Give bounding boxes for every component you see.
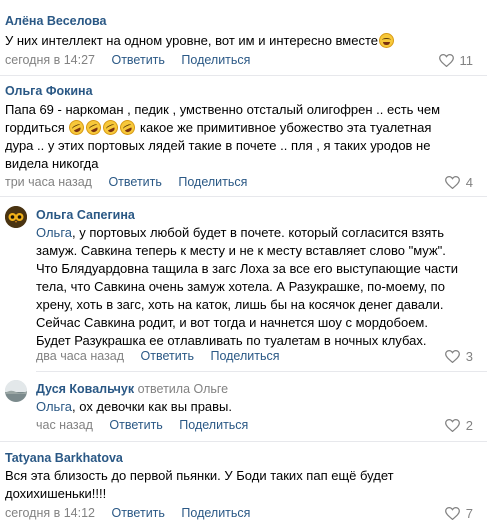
like-button[interactable]: 2: [445, 418, 473, 433]
like-count: 11: [459, 53, 474, 68]
like-button[interactable]: 7: [445, 506, 473, 521]
like-count: 3: [465, 349, 473, 364]
comment-line: , у портовых любой будет в почете. котор…: [72, 225, 444, 240]
comment-line: Будет Разукрашка ее отлавливать по туале…: [36, 333, 427, 348]
heart-icon: [439, 54, 454, 67]
comment-text: У них интеллект на одном уровне, вот им …: [5, 32, 395, 50]
comment-author[interactable]: Ольга Сапегина: [36, 208, 135, 222]
share-button[interactable]: Поделиться: [210, 349, 279, 363]
heart-icon: [445, 507, 460, 520]
rofl-emoji-icon: [66, 117, 87, 138]
comment-time[interactable]: сегодня в 14:27: [5, 53, 95, 67]
comment-time[interactable]: два часа назад: [36, 349, 124, 363]
reply-to-link[interactable]: Ольга: [36, 225, 72, 240]
comment-line: Ольга, у портовых любой будет в почете. …: [36, 224, 458, 242]
share-button[interactable]: Поделиться: [181, 53, 250, 67]
reply-button[interactable]: Ответить: [141, 349, 194, 363]
comment-author[interactable]: Алёна Веселова: [5, 14, 107, 28]
comment-line: дура .. у этих портовых лядей такие в по…: [5, 138, 431, 153]
comment-time[interactable]: час назад: [36, 418, 93, 432]
comment-line: Что Блядуардовна тащила в загс Лоха за в…: [36, 261, 458, 276]
comment-line: тела, что Савкина очень замуж хотела. А …: [36, 279, 445, 294]
share-button[interactable]: Поделиться: [181, 506, 250, 520]
reply-button[interactable]: Ответить: [111, 53, 164, 67]
heart-icon: [445, 419, 460, 432]
like-button[interactable]: 4: [445, 175, 473, 190]
comment-line: , ох девочки как вы правы.: [72, 399, 233, 414]
like-count: 4: [465, 175, 473, 190]
landscape-avatar-icon: [5, 380, 27, 402]
reply-button[interactable]: Ответить: [108, 175, 161, 189]
share-button[interactable]: Поделиться: [179, 418, 248, 432]
comment-text: Ольга, у портовых любой будет в почете. …: [36, 224, 458, 350]
comment-line: Папа 69 - наркоман , педик , умственно о…: [5, 102, 441, 117]
heart-icon: [445, 176, 460, 189]
comment-author[interactable]: Tatyana Barkhatova: [5, 451, 123, 465]
comment-line: Вся эта близость до первой пьянки. У Бод…: [5, 468, 394, 483]
comment-meta: час назад Ответить Поделиться: [36, 418, 261, 432]
comment-time[interactable]: сегодня в 14:12: [5, 506, 95, 520]
comment-author: Дуся Ковальчук ответила Ольге: [36, 382, 228, 396]
like-button[interactable]: 3: [445, 349, 473, 364]
heart-icon: [445, 350, 460, 363]
comment-meta: сегодня в 14:12 Ответить Поделиться: [5, 506, 263, 520]
avatar[interactable]: [5, 380, 27, 402]
comment-line: дохихишеньки!!!!: [5, 486, 107, 501]
reply-button[interactable]: Ответить: [109, 418, 162, 432]
comment-line: Сейчас Савкина родит, и вот тогда и начн…: [36, 315, 428, 330]
divider: [0, 441, 487, 442]
comment-time[interactable]: три часа назад: [5, 175, 92, 189]
divider: [0, 75, 487, 76]
like-count: 7: [465, 506, 473, 521]
comment-author-name[interactable]: Дуся Ковальчук: [36, 382, 134, 396]
comment-line: гордиться: [5, 120, 65, 135]
comment-line: замуж. Савкина теперь к месту и не к мес…: [36, 243, 446, 258]
comment-text: Папа 69 - наркоман , педик , умственно о…: [5, 101, 440, 173]
divider: [0, 196, 487, 197]
like-count: 2: [465, 418, 473, 433]
avatar[interactable]: [5, 206, 27, 228]
reply-button[interactable]: Ответить: [111, 506, 164, 520]
comment-text: Ольга, ох девочки как вы правы.: [36, 398, 232, 416]
comment-text: Вся эта близость до первой пьянки. У Бод…: [5, 467, 394, 503]
reply-to-link[interactable]: Ольга: [36, 399, 72, 414]
comment-line: У них интеллект на одном уровне, вот им …: [5, 33, 379, 48]
grinning-emoji-icon: [379, 33, 395, 48]
rofl-emoji-icon: [117, 117, 138, 138]
owl-avatar-icon: [5, 206, 27, 228]
rofl-emoji-icon: [100, 117, 121, 138]
comment-author[interactable]: Ольга Фокина: [5, 84, 93, 98]
comment-meta: сегодня в 14:27 Ответить Поделиться: [5, 53, 263, 67]
divider: [36, 371, 487, 372]
rofl-emoji-icon: [83, 117, 104, 138]
comment-line: видела никогда: [5, 156, 99, 171]
comment-line: хрену, хоть в загс, хоть на каток, лишь …: [36, 297, 444, 312]
comment-line-with-emoji: гордиться какое же примитивное убожество…: [5, 117, 440, 138]
replied-to[interactable]: ответила Ольге: [138, 382, 229, 396]
share-button[interactable]: Поделиться: [178, 175, 247, 189]
comment-line: какое же примитивное убожество эта туале…: [139, 120, 432, 135]
comment-meta: три часа назад Ответить Поделиться: [5, 175, 260, 189]
like-button[interactable]: 11: [439, 53, 474, 68]
comment-meta: два часа назад Ответить Поделиться: [36, 349, 293, 363]
